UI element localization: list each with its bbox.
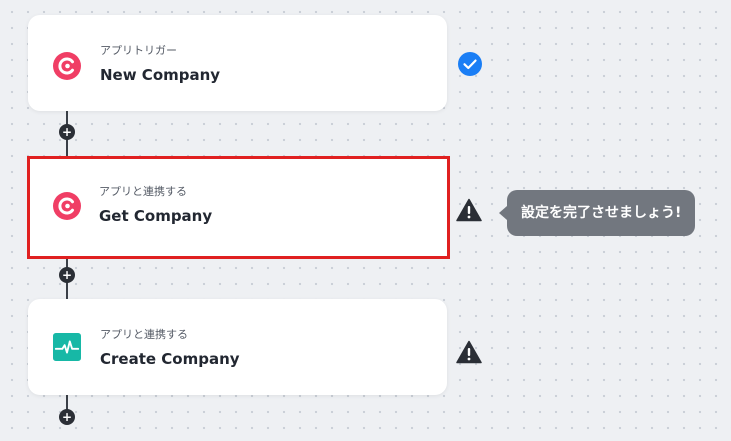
c-logo-icon (53, 52, 81, 80)
step-title: Create Company (100, 350, 240, 368)
setup-reminder-tooltip: 設定を完了させましょう! (498, 190, 696, 236)
step-title: Get Company (99, 207, 213, 225)
c-logo-icon (53, 192, 81, 220)
add-step-button[interactable]: + (59, 409, 75, 425)
step-type-label: アプリと連携する (100, 328, 188, 341)
step-type-label: アプリと連携する (99, 185, 187, 198)
add-step-button[interactable]: + (59, 267, 75, 283)
warning-icon (456, 198, 482, 222)
add-step-button[interactable]: + (59, 124, 75, 140)
pulse-logo-icon (53, 333, 81, 361)
flow-step-card-new-company[interactable]: アプリトリガー New Company (28, 15, 447, 111)
check-circle-icon (458, 52, 482, 76)
flow-step-card-create-company[interactable]: アプリと連携する Create Company (28, 299, 447, 395)
flow-step-card-get-company[interactable]: アプリと連携する Get Company (27, 156, 450, 259)
step-title: New Company (100, 66, 221, 84)
warning-icon (456, 340, 482, 364)
step-type-label: アプリトリガー (100, 44, 177, 57)
